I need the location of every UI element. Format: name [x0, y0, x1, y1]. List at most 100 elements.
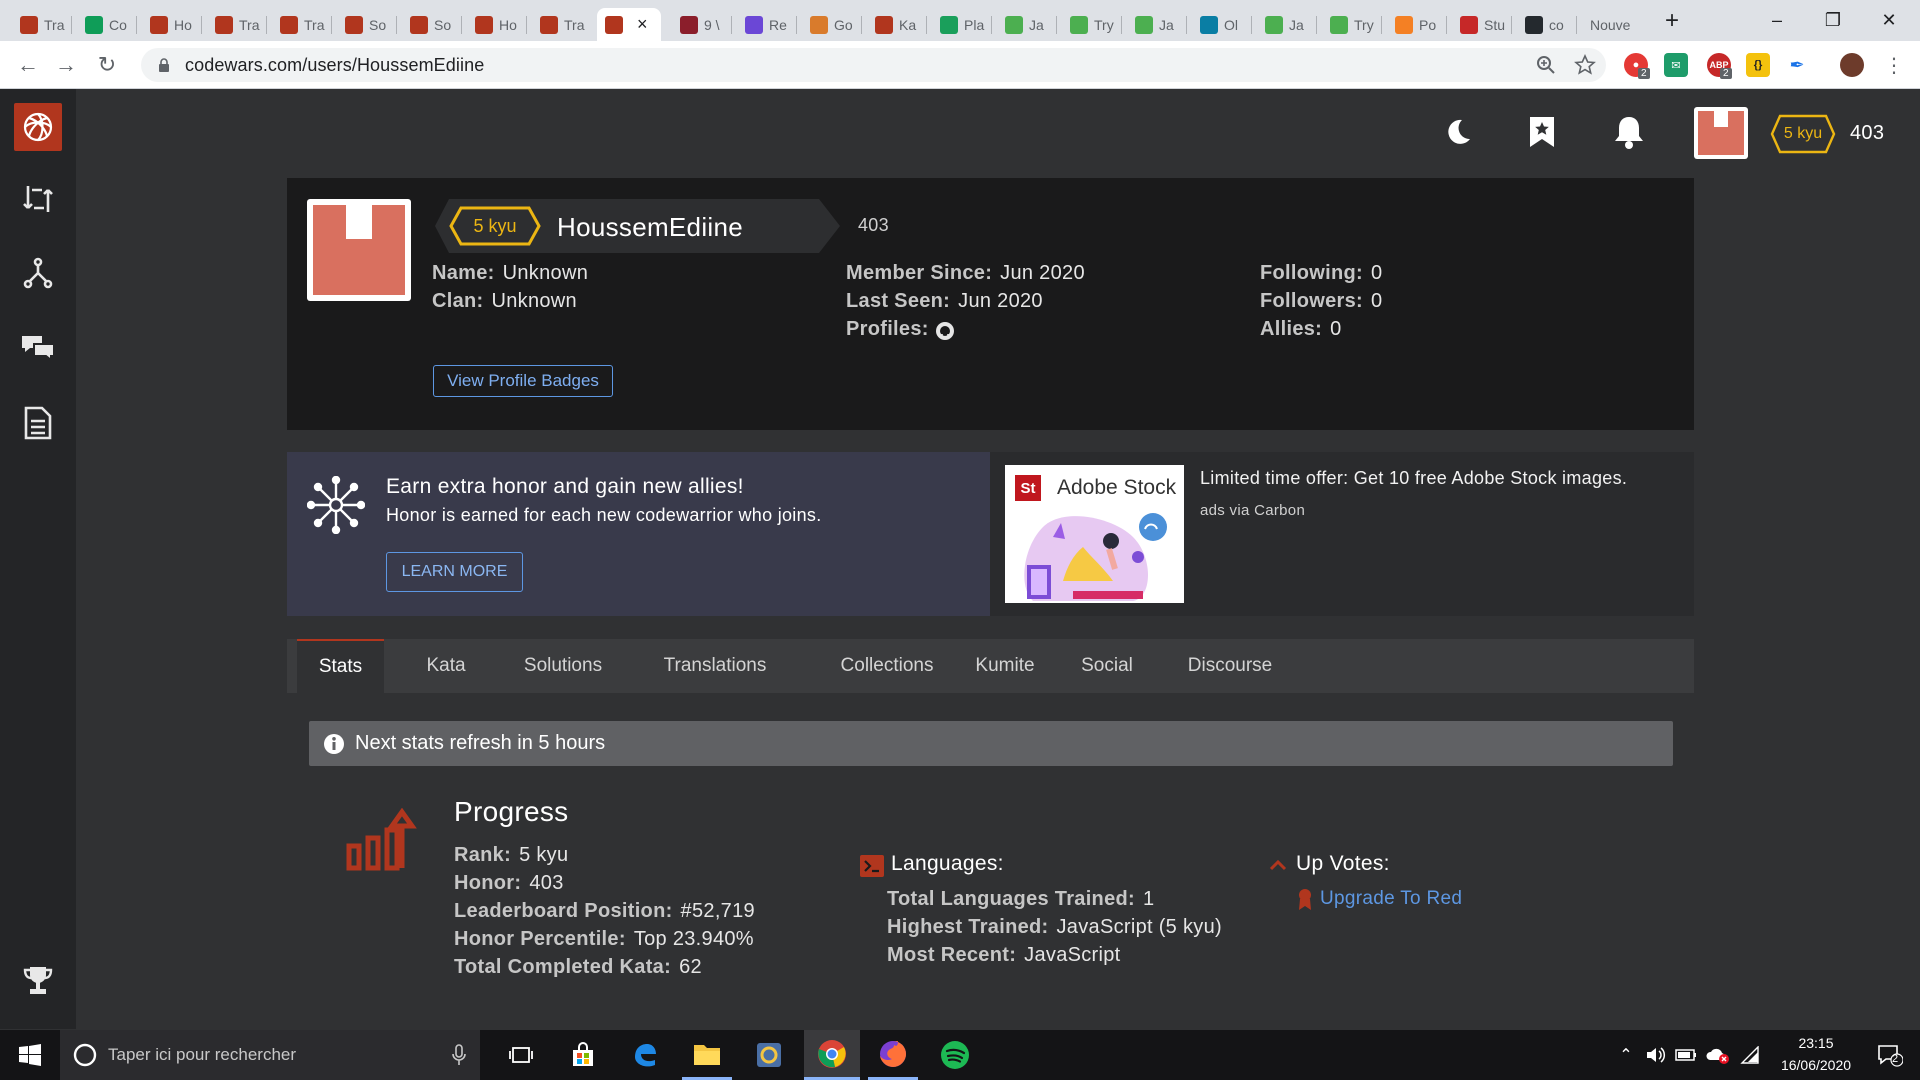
browser-tab[interactable]: Pla [932, 8, 986, 41]
browser-tab[interactable]: × [597, 8, 661, 41]
discuss-icon[interactable] [14, 323, 62, 371]
browser-tab[interactable]: co [1517, 8, 1571, 41]
percentile-label: Honor Percentile: [454, 928, 626, 950]
close-window-icon[interactable]: ✕ [1866, 0, 1912, 41]
store-icon[interactable] [558, 1030, 608, 1080]
browser-tab[interactable]: Po [1387, 8, 1441, 41]
last-seen-value: Jun 2020 [958, 290, 1043, 312]
upgrade-to-red-link[interactable]: Upgrade To Red [1320, 888, 1462, 910]
pen-extension-icon[interactable]: ✒ [1785, 53, 1809, 77]
browser-tab[interactable]: Ho [467, 8, 521, 41]
tab-social[interactable]: Social [1063, 639, 1151, 693]
zoom-icon[interactable] [1535, 54, 1557, 76]
url-input[interactable]: codewars.com/users/HoussemEdiine [141, 48, 1606, 82]
codewars-icon [605, 15, 623, 34]
highest-trained-row: Highest Trained: JavaScript (5 kyu) [887, 916, 1222, 939]
minimize-icon[interactable]: – [1754, 0, 1800, 41]
browser-tab[interactable]: Ja [1127, 8, 1181, 41]
header-rank-badge: 5 kyu [1770, 114, 1836, 154]
new-tab-button[interactable]: + [1649, 0, 1695, 41]
sparkle-burst-icon [307, 476, 365, 534]
taskbar-date[interactable]: 16/06/2020 [1770, 1057, 1862, 1073]
ad-image[interactable]: St Adobe Stock [1005, 465, 1184, 603]
ad-via[interactable]: ads via Carbon [1200, 502, 1305, 519]
microphone-icon[interactable] [452, 1044, 466, 1066]
tab-separator [1251, 16, 1252, 34]
ad-text[interactable]: Limited time offer: Get 10 free Adobe St… [1200, 468, 1627, 489]
browser-tab-title: Ja [1029, 16, 1044, 33]
wifi-icon[interactable] [1736, 1030, 1764, 1080]
codewars-logo-icon[interactable] [14, 103, 62, 151]
codewars-icon [410, 15, 428, 34]
tab-solutions[interactable]: Solutions [501, 639, 625, 693]
tab-kata[interactable]: Kata [406, 639, 486, 693]
browser-tab[interactable]: Try [1062, 8, 1116, 41]
maximize-icon[interactable]: ❐ [1810, 0, 1856, 41]
browser-tab[interactable]: Tra [207, 8, 261, 41]
training-icon[interactable] [14, 175, 62, 223]
browser-tab[interactable]: Ol [1192, 8, 1246, 41]
learn-more-button[interactable]: LEARN MORE [386, 552, 523, 592]
file-explorer-icon[interactable] [682, 1030, 732, 1080]
tab-discourse[interactable]: Discourse [1157, 639, 1303, 693]
docs-icon[interactable] [14, 399, 62, 447]
browser-tab[interactable]: Try [1322, 8, 1376, 41]
leaderboard-value: #52,719 [680, 900, 755, 922]
spotify-icon[interactable] [930, 1030, 980, 1080]
tab-translations[interactable]: Translations [635, 639, 795, 693]
header-avatar[interactable] [1694, 107, 1748, 159]
view-profile-badges-button[interactable]: View Profile Badges [433, 365, 613, 397]
dark-mode-moon-icon[interactable] [1440, 114, 1476, 150]
tab-stats[interactable]: Stats [297, 639, 384, 693]
control-panel-icon[interactable] [744, 1030, 794, 1080]
browser-tab[interactable]: Re [737, 8, 791, 41]
firefox-icon[interactable] [868, 1030, 918, 1080]
tab-kumite[interactable]: Kumite [945, 639, 1065, 693]
browser-tab[interactable]: Tra [272, 8, 326, 41]
tab-separator [331, 16, 332, 34]
browser-tab[interactable]: So [402, 8, 456, 41]
practice-icon[interactable] [14, 249, 62, 297]
action-center-icon[interactable]: 2 [1868, 1030, 1912, 1080]
taskbar-time[interactable]: 23:15 [1774, 1035, 1858, 1051]
forward-icon[interactable]: → [52, 51, 80, 79]
taskbar-search-input[interactable]: Taper ici pour rechercher [60, 1030, 480, 1080]
volume-icon[interactable] [1642, 1030, 1670, 1080]
browser-tab[interactable]: Tra [12, 8, 66, 41]
browser-tab[interactable]: Ka [867, 8, 921, 41]
chevron-up-icon [1269, 859, 1287, 871]
close-tab-icon[interactable]: × [637, 14, 648, 35]
browser-tab[interactable]: Ho [142, 8, 196, 41]
rank-row: Rank: 5 kyu [454, 844, 568, 867]
username: HoussemEdiine [557, 212, 743, 242]
menu-kebab-icon[interactable]: ⋮ [1880, 51, 1908, 79]
browser-tab[interactable]: Co [77, 8, 131, 41]
last-seen-row: Last Seen: Jun 2020 [846, 290, 1043, 313]
github-profile-icon[interactable] [935, 321, 955, 341]
tray-chevron-up-icon[interactable]: ⌃ [1614, 1030, 1638, 1080]
browser-tab[interactable]: Tra [532, 8, 586, 41]
extension-mail-icon[interactable]: ✉ [1664, 53, 1688, 77]
browser-tab[interactable]: Nouve [1582, 8, 1642, 41]
battery-icon[interactable] [1672, 1030, 1700, 1080]
task-view-icon[interactable] [496, 1030, 546, 1080]
edge-icon[interactable] [620, 1030, 670, 1080]
highest-trained-value: JavaScript (5 kyu) [1056, 916, 1222, 938]
browser-tab[interactable]: Ja [1257, 8, 1311, 41]
notifications-bell-icon[interactable] [1610, 112, 1648, 152]
onedrive-error-icon[interactable] [1702, 1030, 1732, 1080]
browser-tab[interactable]: 9 \ [672, 8, 726, 41]
back-icon[interactable]: ← [14, 51, 42, 79]
bookmark-star-icon[interactable] [1574, 54, 1596, 76]
browser-tab[interactable]: So [337, 8, 391, 41]
json-formatter-icon[interactable]: {} [1746, 53, 1770, 77]
browser-tab[interactable]: Ja [997, 8, 1051, 41]
leaderboard-trophy-icon[interactable] [14, 957, 62, 1005]
chrome-taskbar-icon[interactable] [804, 1030, 860, 1080]
bookmarks-icon[interactable] [1524, 112, 1560, 152]
reload-icon[interactable]: ↻ [93, 51, 121, 79]
profile-avatar-icon[interactable] [1840, 53, 1864, 77]
start-windows-icon[interactable] [0, 1030, 60, 1080]
browser-tab[interactable]: Go [802, 8, 856, 41]
browser-tab[interactable]: Stu [1452, 8, 1506, 41]
